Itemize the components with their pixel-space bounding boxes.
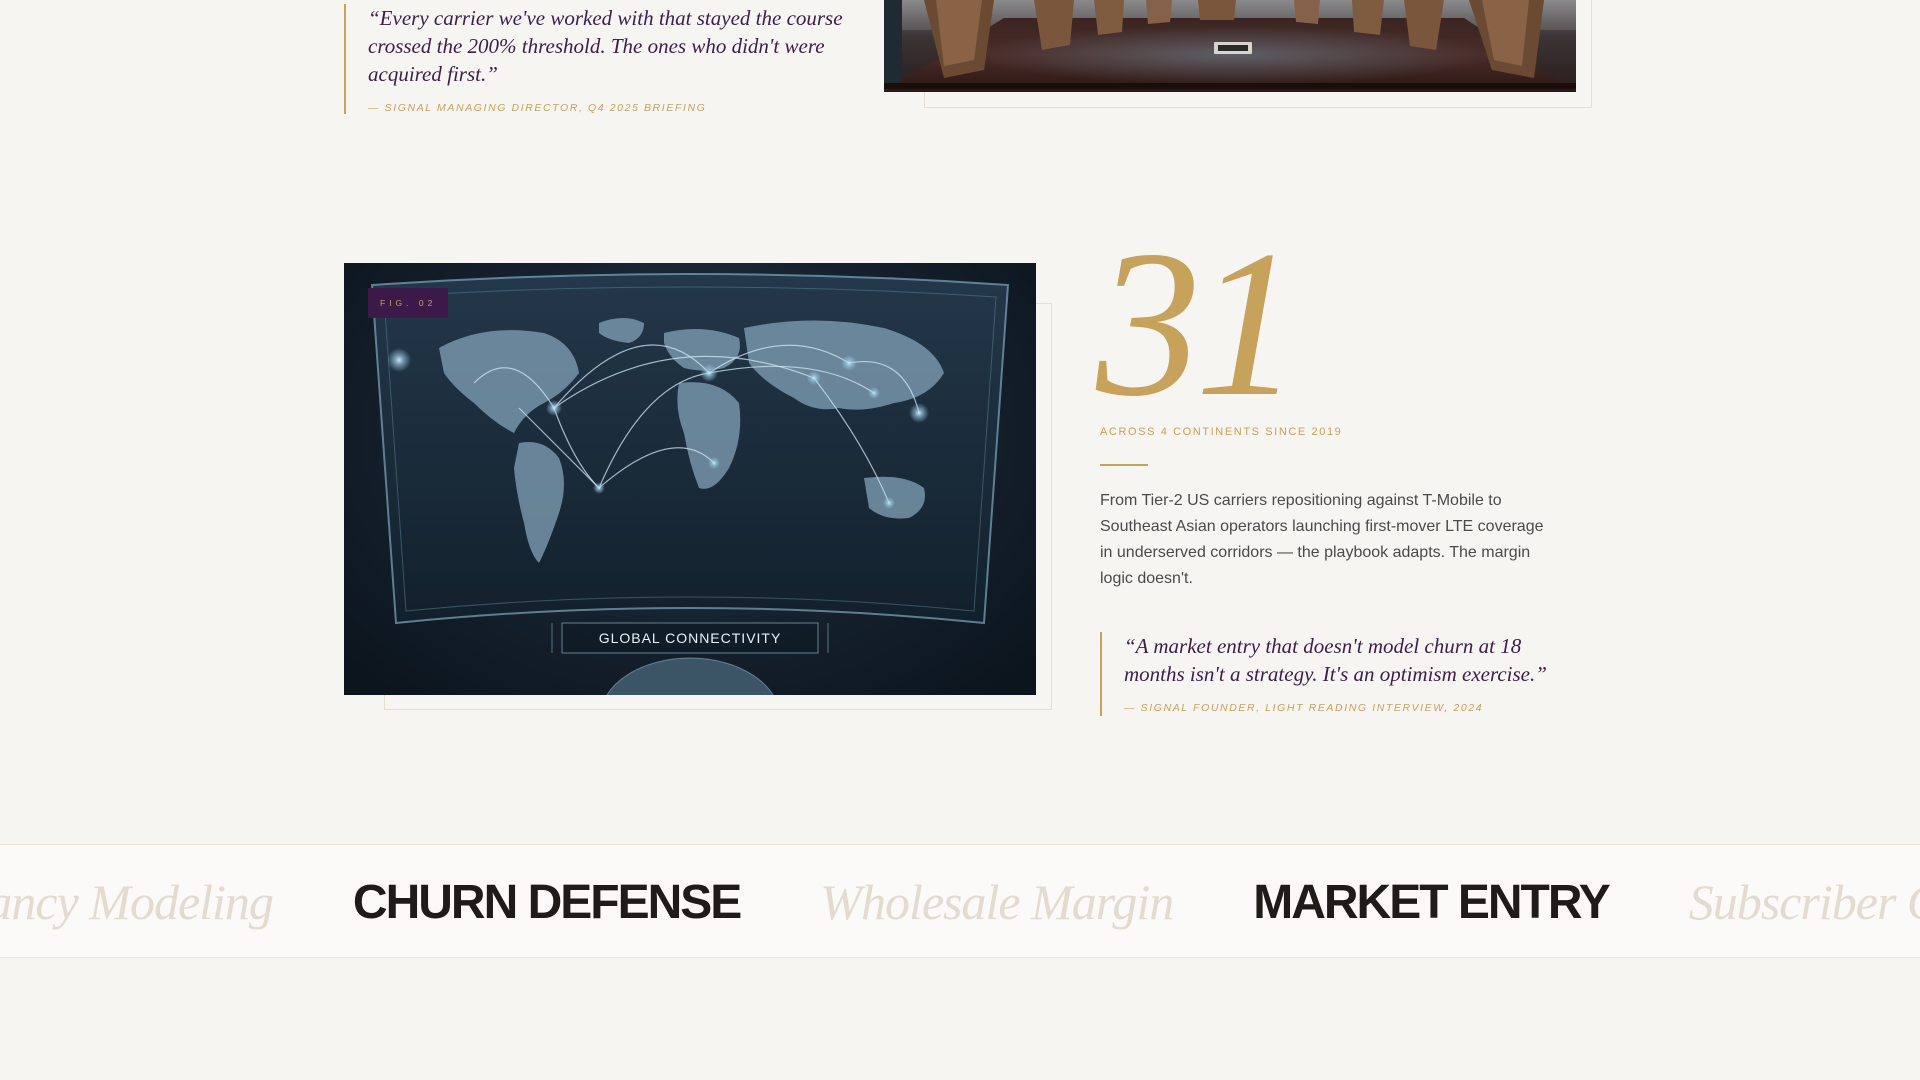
stat-number: 31 bbox=[1096, 208, 1300, 440]
marquee-item: Wholesale Margin bbox=[820, 874, 1174, 930]
side-quote-attribution: — SIGNAL FOUNDER, LIGHT READING INTERVIE… bbox=[1124, 702, 1484, 714]
stat-divider bbox=[1100, 464, 1148, 466]
top-quote-attribution: — SIGNAL MANAGING DIRECTOR, Q4 2025 BRIE… bbox=[368, 102, 707, 114]
services-marquee: Tenancy Modeling CHURN DEFENSE Wholesale… bbox=[0, 844, 1920, 958]
top-quote-text: “Every carrier we've worked with that st… bbox=[368, 6, 843, 86]
marquee-item: CHURN DEFENSE bbox=[352, 875, 742, 929]
stat-caption: ACROSS 4 CONTINENTS SINCE 2019 bbox=[1100, 426, 1343, 438]
boardroom-image bbox=[884, 0, 1576, 92]
marquee-item: Tenancy Modeling bbox=[0, 874, 274, 930]
marquee-item: Subscriber Growth bbox=[1688, 874, 1920, 930]
stat-body-text: From Tier-2 US carriers repositioning ag… bbox=[1100, 492, 1544, 587]
global-connectivity-map-image: GLOBAL CONNECTIVITY bbox=[344, 263, 1036, 695]
side-quote-text: “A market entry that doesn't model churn… bbox=[1124, 634, 1547, 686]
page: “Every carrier we've worked with that st… bbox=[0, 0, 1920, 1080]
side-pull-quote: “A market entry that doesn't model churn… bbox=[1100, 632, 1580, 716]
top-pull-quote: “Every carrier we've worked with that st… bbox=[344, 4, 864, 114]
marquee-item: MARKET ENTRY bbox=[1253, 875, 1611, 929]
map-overlay-label: GLOBAL CONNECTIVITY bbox=[599, 630, 782, 646]
figure-label-badge: FIG. 02 bbox=[368, 288, 449, 318]
marquee-track: Tenancy Modeling CHURN DEFENSE Wholesale… bbox=[0, 845, 1920, 957]
